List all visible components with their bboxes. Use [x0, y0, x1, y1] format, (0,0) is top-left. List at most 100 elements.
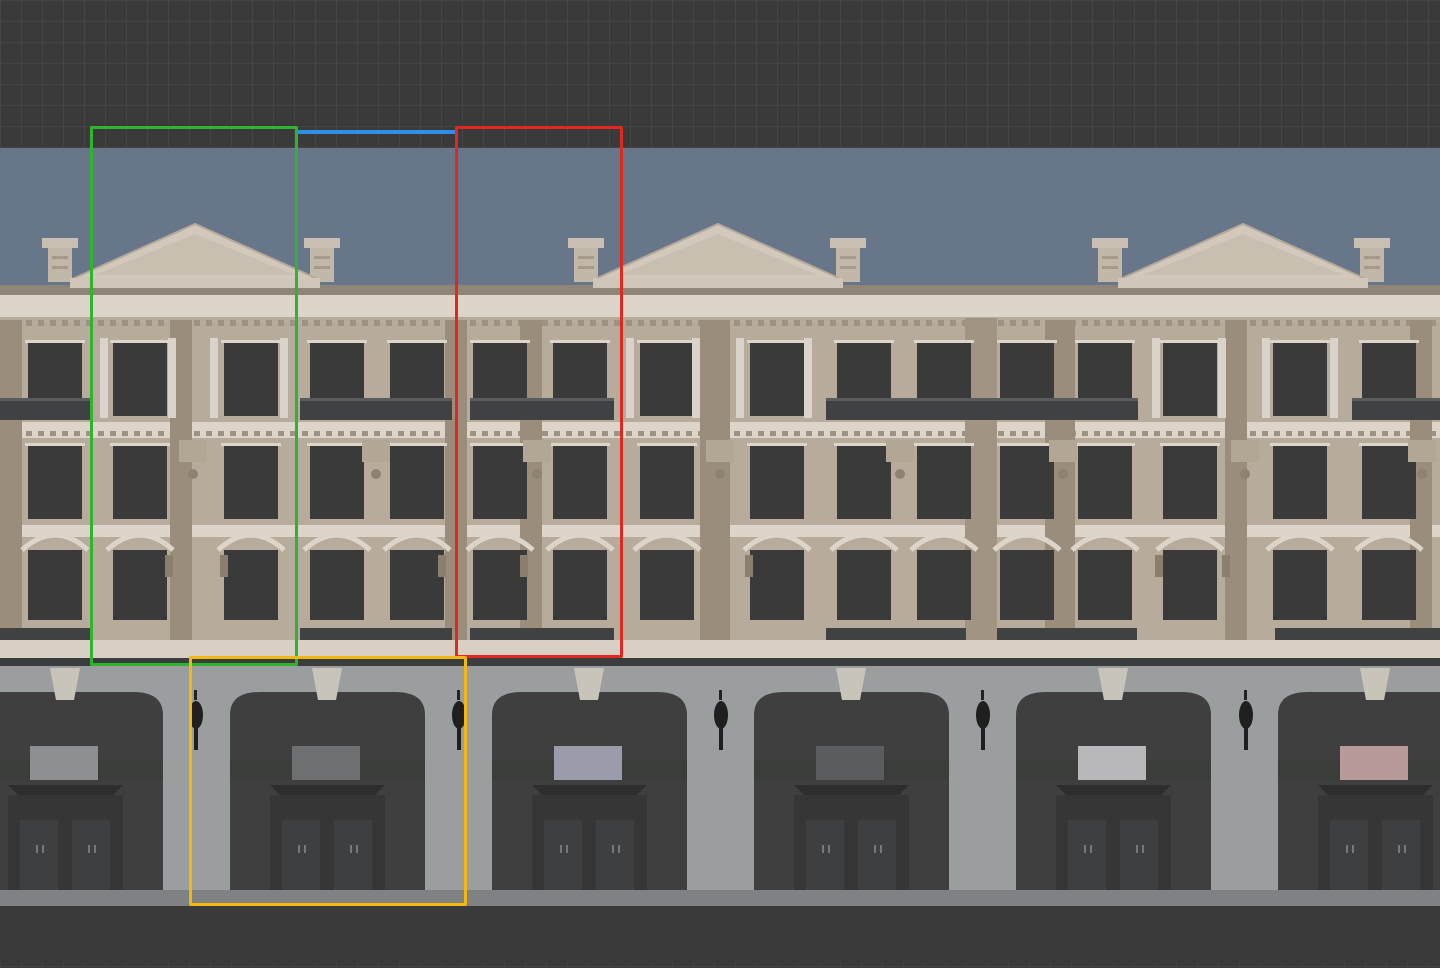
window-frame — [747, 443, 807, 446]
rosette — [371, 469, 381, 479]
dentil — [794, 320, 800, 326]
window — [640, 550, 694, 620]
balcony-lower — [997, 628, 1137, 642]
chimney — [836, 248, 860, 282]
window — [28, 445, 82, 519]
dentil — [638, 320, 644, 326]
dentil — [914, 431, 920, 436]
dentil — [674, 431, 680, 436]
window — [1273, 550, 1327, 620]
balcony — [1352, 398, 1440, 420]
dentil — [374, 320, 380, 326]
lantern-hook — [719, 690, 722, 700]
dentil — [386, 320, 392, 326]
shop-canopy — [8, 785, 123, 795]
window — [750, 342, 804, 416]
window — [640, 342, 694, 416]
dentil — [866, 320, 872, 326]
window — [750, 445, 804, 519]
dentil — [686, 431, 692, 436]
dentil — [1322, 320, 1328, 326]
selection-green[interactable] — [90, 126, 298, 666]
door-handle — [42, 845, 44, 853]
dentil — [350, 320, 356, 326]
window-frame — [637, 443, 697, 446]
dentil — [938, 320, 944, 326]
window — [917, 550, 971, 620]
dentil — [938, 431, 944, 436]
balcony-rail — [300, 398, 452, 401]
door-handle — [560, 845, 562, 853]
dentil — [1094, 431, 1100, 436]
window — [917, 445, 971, 519]
dentil — [74, 320, 80, 326]
dentil — [662, 431, 668, 436]
dentil — [422, 320, 428, 326]
dentil — [62, 320, 68, 326]
window-frame — [747, 340, 807, 343]
door-handle — [828, 845, 830, 853]
dentil — [1154, 431, 1160, 436]
dentil — [1166, 431, 1172, 436]
pilaster — [0, 320, 22, 640]
dentil — [374, 431, 380, 436]
window-frame — [1270, 443, 1330, 446]
dentil — [1382, 320, 1388, 326]
capital — [362, 440, 390, 462]
door-leaf — [1068, 820, 1106, 890]
dentil — [758, 431, 764, 436]
shop-sign — [1340, 746, 1408, 780]
dentil — [1118, 431, 1124, 436]
dentil — [758, 320, 764, 326]
shop-sign — [1078, 746, 1146, 780]
dentil — [1358, 320, 1364, 326]
dentil — [746, 431, 752, 436]
chimney-cap — [1092, 238, 1128, 248]
dentil — [1322, 431, 1328, 436]
dentil — [830, 431, 836, 436]
window — [1362, 445, 1416, 519]
selection-yellow[interactable] — [189, 656, 467, 906]
selection-blue[interactable] — [297, 130, 457, 134]
selection-red[interactable] — [455, 126, 623, 658]
dentil — [1082, 431, 1088, 436]
pilaster — [1225, 320, 1247, 640]
dentil — [1202, 431, 1208, 436]
window — [640, 445, 694, 519]
door-handle — [880, 845, 882, 853]
chimney-line — [840, 266, 856, 269]
door-leaf — [1120, 820, 1158, 890]
door-leaf — [72, 820, 110, 890]
window-frame — [387, 340, 447, 343]
balcony — [0, 398, 90, 420]
lantern — [1239, 701, 1253, 729]
dentil — [74, 431, 80, 436]
dentil — [38, 320, 44, 326]
rosette — [715, 469, 725, 479]
shop-sign — [554, 746, 622, 780]
shop-sign — [30, 746, 98, 780]
dentil — [38, 431, 44, 436]
dentil — [326, 320, 332, 326]
chimney-line — [1102, 256, 1118, 259]
column-shaft — [1262, 338, 1270, 418]
balcony-rail — [826, 398, 1138, 401]
dentil — [314, 431, 320, 436]
dentil — [818, 431, 824, 436]
dentil — [854, 431, 860, 436]
dentil — [302, 431, 308, 436]
column-shaft — [1218, 338, 1226, 418]
door-handle — [94, 845, 96, 853]
window-frame — [834, 340, 894, 343]
door-leaf — [596, 820, 634, 890]
dentil — [794, 431, 800, 436]
dentil — [782, 320, 788, 326]
dentil — [1298, 320, 1304, 326]
dentil — [1214, 431, 1220, 436]
dentil — [806, 431, 812, 436]
dentil — [1298, 431, 1304, 436]
dentil — [434, 431, 440, 436]
pediment-base — [1118, 278, 1368, 288]
window — [1163, 445, 1217, 519]
window-frame — [25, 443, 85, 446]
